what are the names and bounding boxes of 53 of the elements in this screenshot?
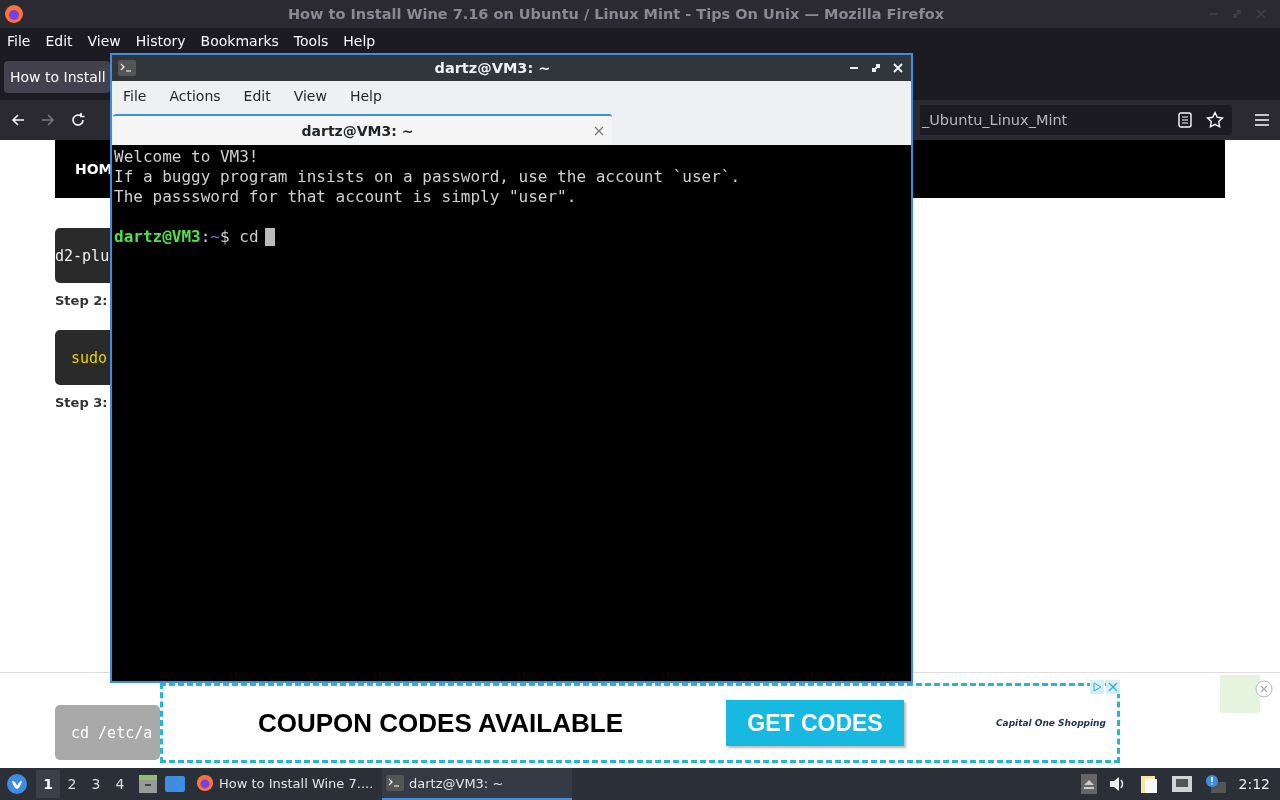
star-icon[interactable] <box>1206 111 1224 129</box>
ad-headline: COUPON CODES AVAILABLE <box>258 707 623 739</box>
desktop-icon[interactable] <box>164 775 186 793</box>
taskbar-button[interactable]: dartz@VM3: ~ <box>382 768 572 800</box>
code-block: d2-plu <box>55 228 112 283</box>
terminal-tab[interactable]: dartz@VM3: ~ <box>113 114 612 145</box>
terminal-output: Welcome to VM3! <box>114 147 260 167</box>
prompt-line: dartz@VM3:~$ cd <box>114 227 259 247</box>
window-title: How to Install Wine 7.16 on Ubuntu / Linux Mint - Tips On Unix — Mozilla Firefox <box>287 6 945 22</box>
browser-tab[interactable]: How to Install <box>4 61 110 93</box>
workspace-button[interactable]: 4 <box>108 770 132 798</box>
workspace-button[interactable]: 3 <box>84 770 108 798</box>
menu-item[interactable]: History <box>135 33 193 49</box>
back-icon[interactable] <box>10 112 26 128</box>
firefox-icon <box>196 774 214 792</box>
terminal-icon <box>118 60 136 76</box>
reload-icon[interactable] <box>70 112 86 128</box>
menu-item[interactable]: View <box>282 87 339 104</box>
start-menu-icon[interactable] <box>6 773 28 795</box>
workspace-button[interactable]: 2 <box>60 770 84 798</box>
menu-item[interactable]: File <box>7 33 38 49</box>
workspace-button[interactable]: 1 <box>36 770 60 798</box>
taskbar-button[interactable]: How to Install Wine 7.... <box>192 768 382 800</box>
firefox-icon <box>4 4 24 24</box>
menu-item[interactable]: View <box>87 33 128 49</box>
menu-item[interactable]: Edit <box>232 87 283 104</box>
menu-item[interactable]: Help <box>338 87 394 104</box>
menu-item[interactable]: Actions <box>158 87 233 104</box>
window-title: dartz@VM3: ~ <box>433 60 552 76</box>
step-heading: Step 2: <box>55 293 109 308</box>
brand-logo: Capital One Shopping <box>996 718 1106 728</box>
step-heading: Step 3: <box>55 395 109 410</box>
clock: 2:12 <box>1238 776 1270 792</box>
file-cabinet-icon[interactable] <box>138 774 158 794</box>
text-cursor <box>264 228 275 246</box>
terminal-output: If a buggy program insists on a password, use the account `user`. <box>114 167 742 187</box>
menu-item[interactable]: Edit <box>45 33 80 49</box>
clipboard-icon[interactable] <box>1138 774 1159 794</box>
address-bar[interactable]: _Ubuntu_Linux_Mint <box>920 105 1232 135</box>
menu-item[interactable]: Bookmarks <box>200 33 286 49</box>
terminal-icon <box>386 775 404 791</box>
reader-view-icon[interactable] <box>1178 112 1192 128</box>
terminal-output: The passsword for that account is simply "user". <box>114 187 578 207</box>
network-icon[interactable] <box>1170 775 1193 793</box>
code-block: cd /etc/a <box>55 705 160 760</box>
menu-item[interactable]: Help <box>343 33 383 49</box>
menu-item[interactable]: Tools <box>293 33 336 49</box>
menu-item[interactable]: File <box>112 87 159 104</box>
menu-icon[interactable] <box>1254 113 1270 127</box>
notification-icon[interactable] <box>1204 774 1227 794</box>
code-block: sudo <box>55 330 112 385</box>
forward-icon[interactable] <box>40 112 56 128</box>
eject-icon[interactable] <box>1080 774 1097 794</box>
